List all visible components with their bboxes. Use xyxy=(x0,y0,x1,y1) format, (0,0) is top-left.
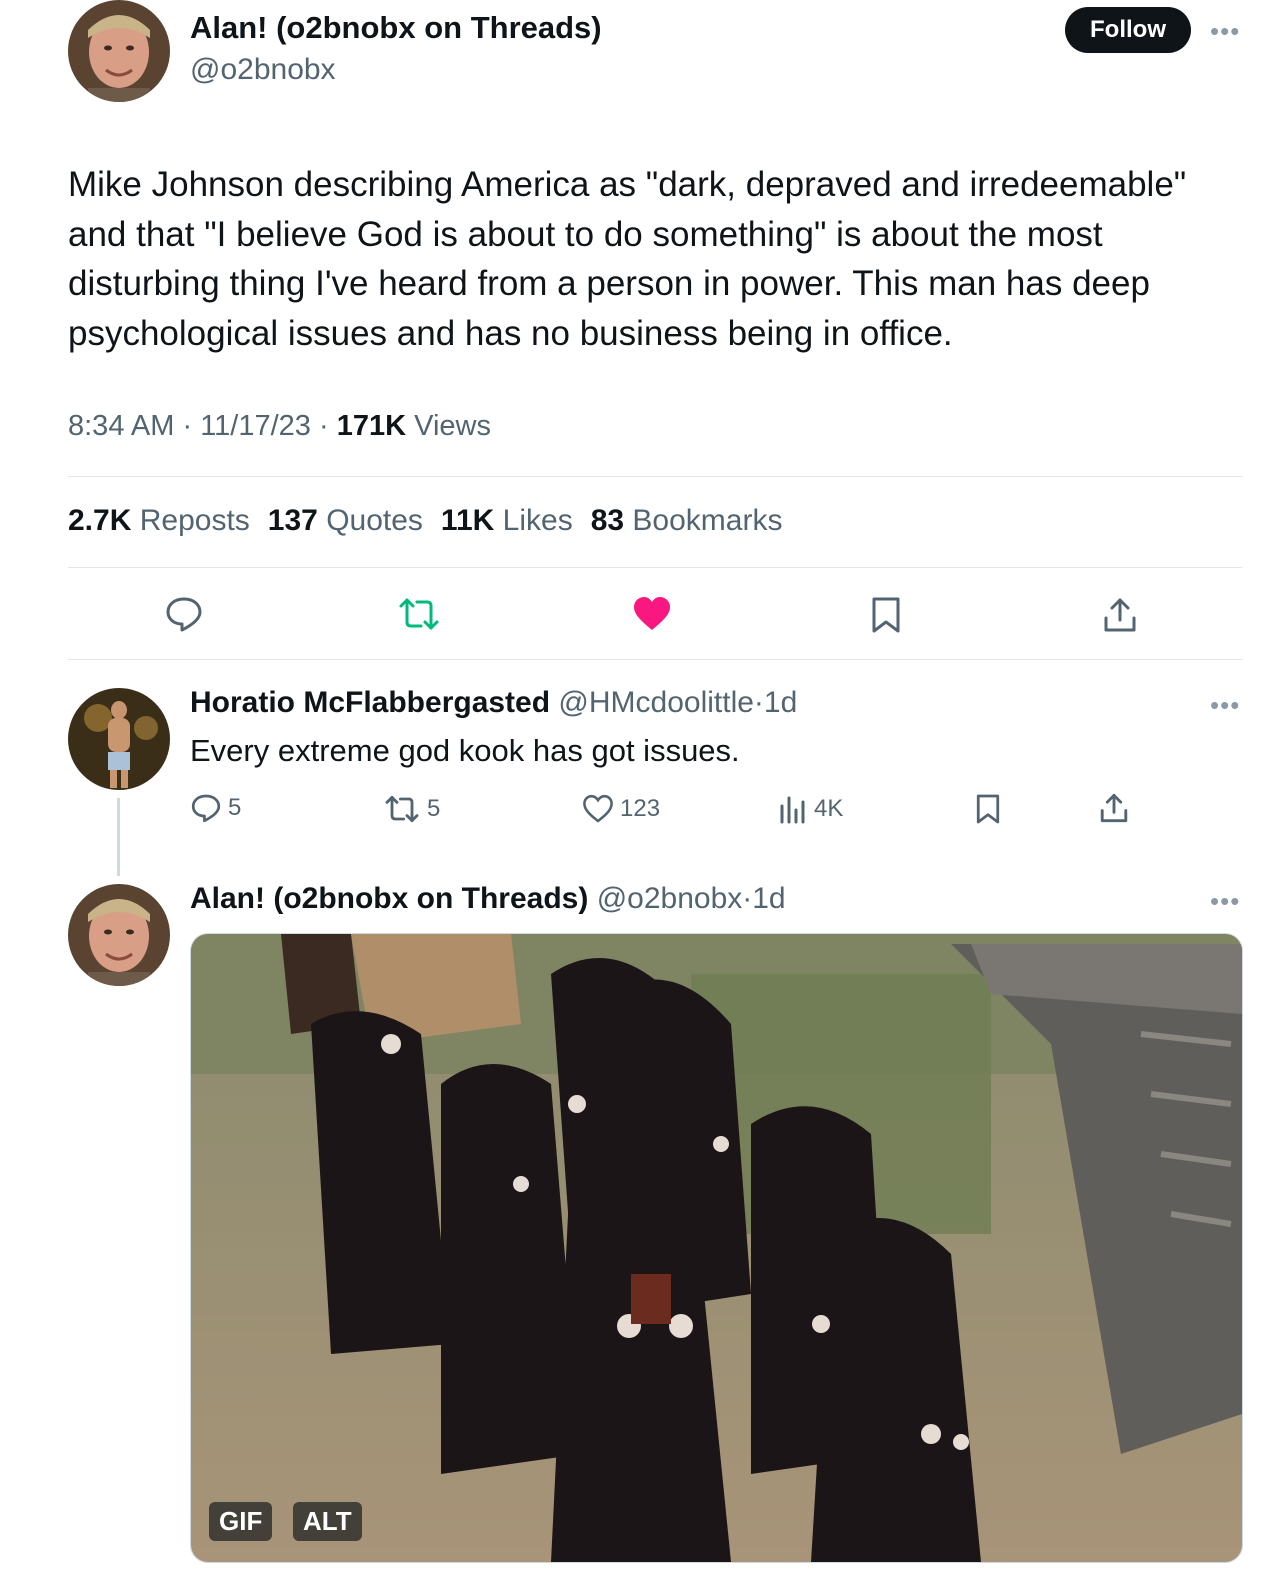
likes-stat[interactable]: 11K Likes xyxy=(441,504,573,538)
reply-reply-action[interactable]: 5 xyxy=(190,792,241,824)
tweet-time[interactable]: 8:34 AM xyxy=(68,410,174,442)
bookmarks-count: 83 xyxy=(590,504,625,537)
thread-author-handle[interactable]: @o2bnobx xyxy=(597,882,743,915)
bookmark-icon[interactable] xyxy=(870,596,902,634)
gif-badge: GIF xyxy=(209,1502,273,1541)
reply-author-handle[interactable]: @HMcdoolittle xyxy=(558,686,754,719)
engagement-stats: 2.7K Reposts 137 Quotes 11K Likes 83 Boo… xyxy=(68,504,782,538)
alt-badge[interactable]: ALT xyxy=(293,1502,362,1541)
divider xyxy=(68,476,1242,477)
reposts-count: 2.7K xyxy=(68,504,132,537)
reply-replies-count: 5 xyxy=(228,794,242,821)
thread-header: Alan! (o2bnobx on Threads) @o2bnobx·1d xyxy=(190,882,786,916)
reply-author-avatar[interactable] xyxy=(68,688,170,790)
quotes-count: 137 xyxy=(267,504,318,537)
reply-age[interactable]: 1d xyxy=(764,686,797,719)
reply-share-icon[interactable] xyxy=(1098,792,1130,824)
reposts-stat[interactable]: 2.7K Reposts xyxy=(68,504,250,538)
reply-repost-action[interactable]: 5 xyxy=(383,794,440,824)
reply-bookmark-icon[interactable] xyxy=(975,793,1001,825)
more-options-icon[interactable]: ••• xyxy=(1210,18,1240,44)
meta-separator: · xyxy=(742,882,753,915)
reply-author-name[interactable]: Horatio McFlabbergasted xyxy=(190,686,550,719)
author-name[interactable]: Alan! (o2bnobx on Threads) xyxy=(190,10,602,46)
divider xyxy=(68,659,1242,660)
reply-like-action[interactable]: 123 xyxy=(582,794,660,824)
reply-views-count: 4K xyxy=(814,795,844,822)
divider xyxy=(68,567,1242,568)
tweet-text: Mike Johnson describing America as "dark… xyxy=(68,165,1187,353)
quotes-stat[interactable]: 137 Quotes xyxy=(268,504,423,538)
quotes-label: Quotes xyxy=(326,504,423,537)
author-avatar[interactable] xyxy=(68,0,170,102)
views-label: Views xyxy=(414,410,491,442)
follow-button[interactable]: Follow xyxy=(1065,7,1191,53)
thread-author-name[interactable]: Alan! (o2bnobx on Threads) xyxy=(190,882,588,915)
thread-author-avatar[interactable] xyxy=(68,884,170,986)
reply-header: Horatio McFlabbergasted @HMcdoolittle·1d xyxy=(190,686,797,720)
gif-media[interactable]: GIF ALT xyxy=(190,933,1243,1563)
reply-icon[interactable] xyxy=(164,594,204,634)
like-icon[interactable] xyxy=(632,596,672,632)
author-handle[interactable]: @o2bnobx xyxy=(190,53,336,87)
views-count: 171K xyxy=(336,410,407,442)
bookmarks-label: Bookmarks xyxy=(632,504,783,537)
thread-line xyxy=(117,798,120,876)
reply-reposts-count: 5 xyxy=(427,795,441,822)
likes-count: 11K xyxy=(440,504,495,537)
reply-text: Every extreme god kook has got issues. xyxy=(190,733,740,768)
likes-label: Likes xyxy=(502,504,573,537)
thread-age[interactable]: 1d xyxy=(752,882,785,915)
meta-separator: · xyxy=(753,686,764,719)
reply-more-options-icon[interactable]: ••• xyxy=(1210,692,1240,718)
tweet-date[interactable]: 11/17/23 xyxy=(200,410,311,442)
repost-icon[interactable] xyxy=(397,596,441,632)
gif-frame xyxy=(191,934,1242,1562)
reposts-label: Reposts xyxy=(139,504,250,537)
tweet-meta: 8:34 AM · 11/17/23 · 171K Views xyxy=(68,410,491,443)
bookmarks-stat[interactable]: 83 Bookmarks xyxy=(591,504,783,538)
share-icon[interactable] xyxy=(1101,596,1139,634)
meta-separator: · xyxy=(319,410,329,442)
reply-views-action[interactable]: 4K xyxy=(778,794,843,824)
reply-likes-count: 123 xyxy=(620,795,661,822)
meta-separator: · xyxy=(182,410,193,442)
thread-more-options-icon[interactable]: ••• xyxy=(1210,888,1240,914)
